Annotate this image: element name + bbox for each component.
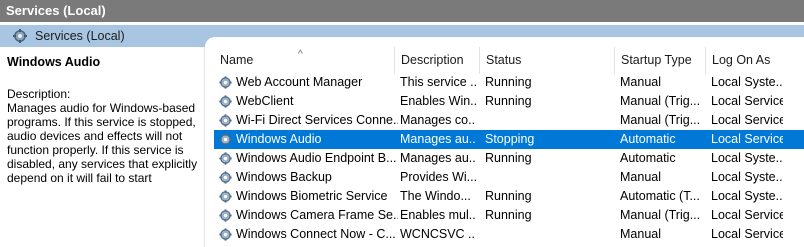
service-startup-type: Automatic	[620, 151, 676, 165]
services-local-tab[interactable]: Services (Local)	[12, 27, 125, 45]
service-row[interactable]: Windows Connect Now - C... WCNCSVC ... Man…	[214, 225, 804, 244]
service-name: Web Account Manager	[236, 75, 363, 89]
column-header-log-on-as[interactable]: Log On As	[705, 47, 804, 74]
service-name: Windows Connect Now - C...	[236, 227, 396, 241]
service-name: Windows Audio Endpoint B...	[236, 151, 397, 165]
sort-ascending-icon: ^	[298, 49, 303, 60]
column-header-name[interactable]: Name ^	[214, 47, 394, 74]
service-row[interactable]: Windows Backup Provides Wi... Manual Local …	[214, 168, 804, 187]
service-log-on-as: Local Service	[711, 94, 783, 108]
service-description: Provides Wi...	[400, 170, 476, 184]
service-name: WebClient	[236, 94, 294, 108]
column-header-description[interactable]: Description	[394, 47, 479, 74]
service-row[interactable]: Web Account Manager This service ... Runni…	[214, 73, 804, 92]
service-status: Running	[485, 75, 532, 89]
service-row[interactable]: Windows Audio Manages au... Stopping Automa…	[214, 130, 804, 149]
service-gear-icon	[219, 76, 232, 89]
service-startup-type: Manual (Trig...	[620, 113, 701, 127]
service-name: Windows Backup	[236, 170, 332, 184]
service-gear-icon	[219, 133, 232, 146]
service-gear-icon	[219, 95, 232, 108]
service-name: Windows Biometric Service	[236, 189, 388, 203]
service-description: WCNCSVC ...	[400, 227, 476, 241]
service-log-on-as: Local Service	[711, 227, 783, 241]
service-row[interactable]: Windows Biometric Service The Windo... Run…	[214, 187, 804, 206]
service-row[interactable]: Windows Audio Endpoint B... Manages au...…	[214, 149, 804, 168]
column-header-startup-type[interactable]: Startup Type	[614, 47, 705, 74]
service-gear-icon	[219, 114, 232, 127]
service-status: Running	[485, 189, 532, 203]
service-status: Running	[485, 151, 532, 165]
service-status: Running	[485, 208, 532, 222]
service-gear-icon	[219, 228, 232, 241]
service-startup-type: Automatic	[620, 132, 676, 146]
service-description: Enables mul...	[400, 208, 476, 222]
service-gear-icon	[219, 152, 232, 165]
service-startup-type: Manual	[620, 227, 661, 241]
description-text: Manages audio for Windows-based programs…	[7, 101, 198, 185]
column-header-status[interactable]: Status	[479, 47, 614, 74]
service-name: Wi-Fi Direct Services Conne...	[236, 113, 398, 127]
service-row[interactable]: WebClient Enables Win... Running Manual (Tr…	[214, 92, 804, 111]
service-name-cell: Windows Biometric Service	[218, 187, 398, 206]
tab-label-text: Services (Local)	[35, 29, 125, 43]
service-status	[485, 225, 605, 244]
service-name-cell: Windows Backup	[218, 168, 398, 187]
service-log-on-as: Local Syste...	[711, 75, 783, 89]
service-row[interactable]: Windows Camera Frame Se... Enables mul...…	[214, 206, 804, 225]
service-name-cell: WebClient	[218, 92, 398, 111]
service-log-on-as: Local Syste...	[711, 170, 783, 184]
service-startup-type: Manual (Trig...	[620, 94, 701, 108]
service-description: The Windo...	[400, 189, 471, 203]
window-title: Services (Local)	[0, 0, 804, 22]
service-description: Enables Win...	[400, 94, 476, 108]
services-list: Name ^ Description Status Startup Type L…	[214, 47, 804, 247]
service-name-cell: Windows Audio Endpoint B...	[218, 149, 398, 168]
service-log-on-as: Local Service	[711, 132, 783, 146]
details-pane: Windows Audio Description: Manages audio…	[0, 47, 205, 247]
service-name-cell: Wi-Fi Direct Services Conne...	[218, 111, 398, 130]
service-log-on-as: Local Syste...	[711, 189, 783, 203]
service-description: Manages au...	[400, 132, 476, 146]
selected-service-title: Windows Audio	[7, 55, 101, 69]
service-status	[485, 111, 605, 130]
service-log-on-as: Local Syste...	[711, 151, 783, 165]
service-status	[485, 168, 605, 187]
service-startup-type: Manual (Trig...	[620, 208, 701, 222]
service-log-on-as: Local Service	[711, 208, 783, 222]
service-description: Manages au...	[400, 151, 476, 165]
service-name-cell: Windows Audio	[218, 130, 398, 149]
service-name-cell: Windows Connect Now - C...	[218, 225, 398, 244]
column-name-label: Name	[220, 53, 254, 67]
pane-corner	[205, 37, 804, 47]
service-gear-icon	[219, 171, 232, 184]
service-startup-type: Manual	[620, 75, 661, 89]
service-name: Windows Audio	[236, 132, 322, 146]
service-rows: Web Account Manager This service ... Runni…	[214, 73, 804, 244]
service-name-cell: Web Account Manager	[218, 73, 398, 92]
service-row[interactable]: Wi-Fi Direct Services Conne... Manages co…	[214, 111, 804, 130]
service-description: This service ...	[400, 75, 476, 89]
service-description: Manages co...	[400, 113, 476, 127]
description-label: Description:	[7, 87, 71, 101]
service-name: Windows Camera Frame Se...	[236, 208, 398, 222]
service-startup-type: Manual	[620, 170, 661, 184]
service-gear-icon	[219, 209, 232, 222]
service-status: Stopping	[485, 132, 535, 146]
services-gear-icon	[13, 29, 27, 43]
service-gear-icon	[219, 190, 232, 203]
service-log-on-as: Local Service	[711, 113, 783, 127]
service-startup-type: Automatic (T...	[620, 189, 700, 203]
column-header: Name ^ Description Status Startup Type L…	[214, 47, 804, 74]
service-status: Running	[485, 94, 532, 108]
service-name-cell: Windows Camera Frame Se...	[218, 206, 398, 225]
